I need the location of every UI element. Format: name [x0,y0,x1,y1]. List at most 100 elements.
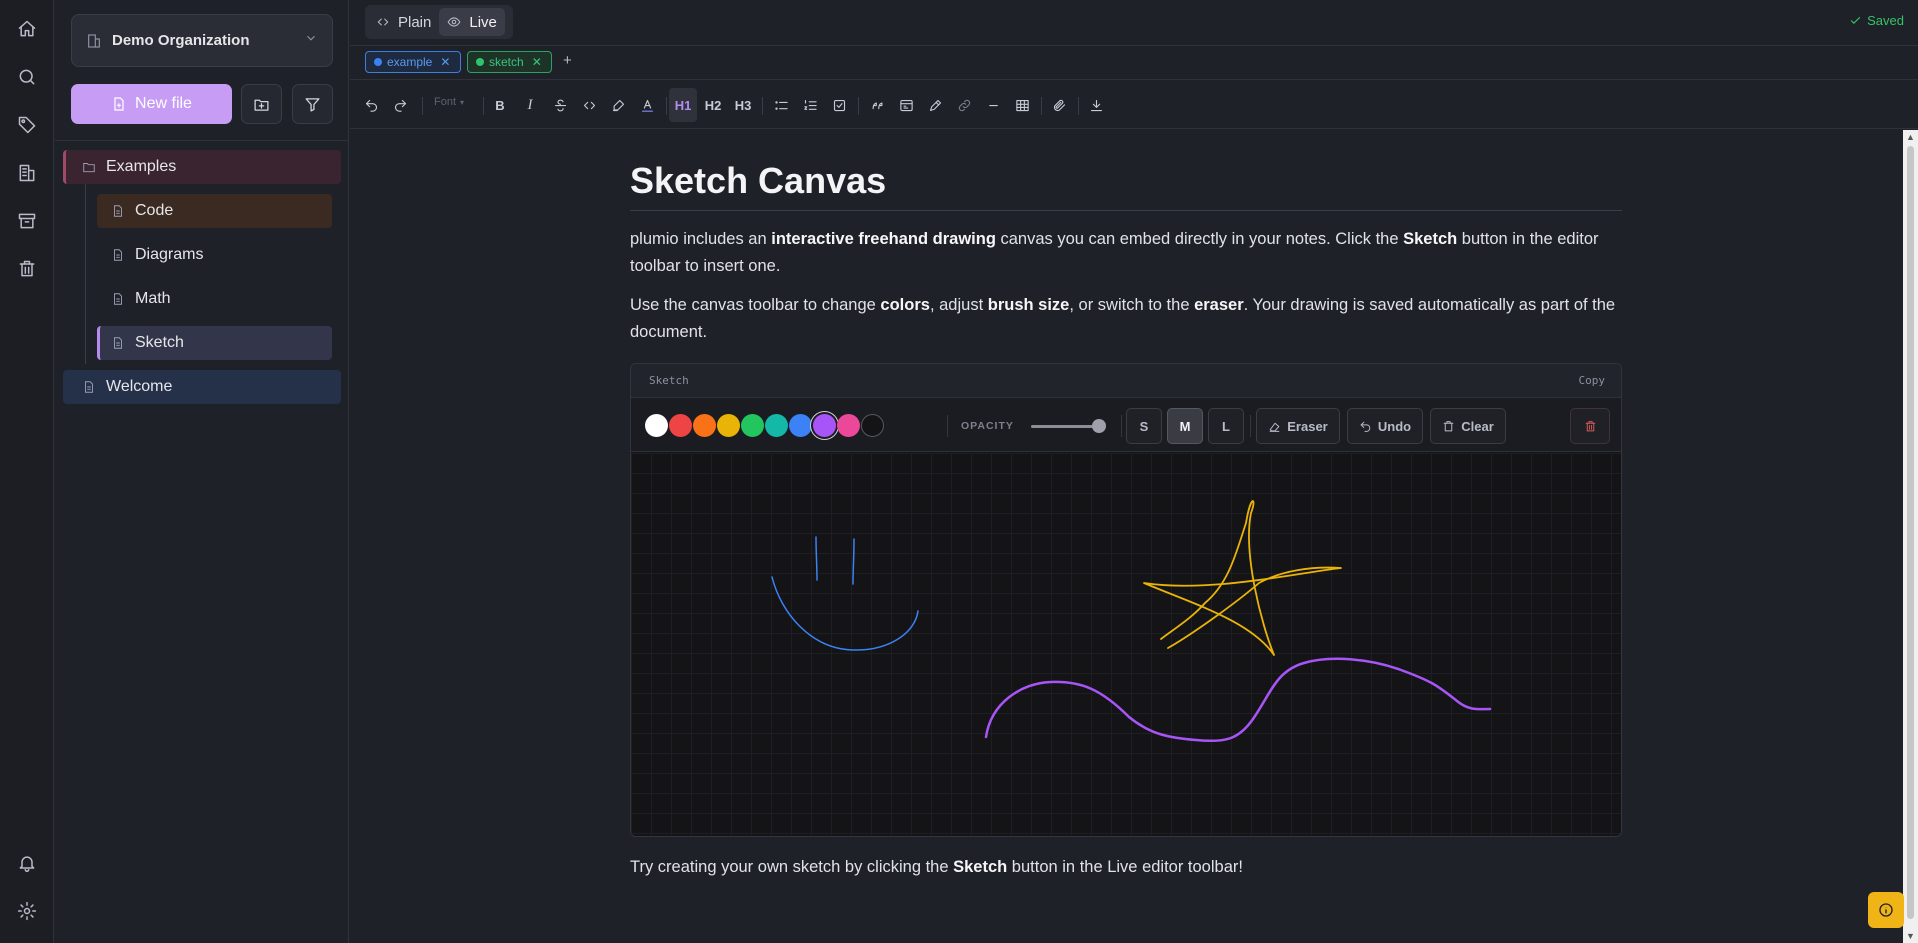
color-swatch-red[interactable] [669,414,692,437]
code-block-button[interactable] [892,88,920,122]
file-welcome[interactable]: Welcome [63,370,341,404]
copy-button[interactable]: Copy [1579,374,1606,387]
paragraph[interactable]: Use the canvas toolbar to change colors,… [630,292,1622,346]
redo-button[interactable] [386,88,414,122]
brush-size-small-button[interactable]: S [1126,408,1162,444]
bullet-list-button[interactable] [767,88,795,122]
bell-icon[interactable] [15,851,39,875]
delete-sketch-button[interactable] [1570,408,1610,444]
save-status: Saved [1849,13,1904,28]
color-swatch-black[interactable] [861,414,884,437]
heading-2-button[interactable]: H2 [699,88,727,122]
heading-3-button[interactable]: H3 [729,88,757,122]
opacity-label: OPACITY [961,420,1014,432]
horizontal-rule-button[interactable] [979,88,1007,122]
scroll-up-arrow-icon[interactable]: ▲ [1906,132,1915,142]
archive-icon[interactable] [15,209,39,233]
file-code[interactable]: Code [97,194,332,228]
file-label: Sketch [135,334,184,351]
heading-1-button[interactable]: H1 [669,88,697,122]
tag-icon[interactable] [15,113,39,137]
building-icon[interactable] [15,161,39,185]
attachment-button[interactable] [1045,88,1073,122]
add-tag-button[interactable]: + [563,52,572,69]
task-list-button[interactable] [825,88,853,122]
info-button[interactable] [1868,892,1904,928]
numbered-list-button[interactable] [796,88,824,122]
table-button[interactable] [1008,88,1036,122]
paragraph[interactable]: plumio includes an interactive freehand … [630,226,1622,280]
eraser-button[interactable]: Eraser [1256,408,1340,444]
color-swatch-purple[interactable] [813,414,836,437]
paragraph[interactable]: Try creating your own sketch by clicking… [630,854,1622,881]
clear-button[interactable]: Clear [1430,408,1506,444]
chevron-down-icon: ▾ [460,97,465,107]
color-swatch-yellow[interactable] [717,414,740,437]
link-button[interactable] [950,88,978,122]
scrollbar-thumb[interactable] [1907,146,1914,919]
highlight-button[interactable] [604,88,632,122]
file-diagrams[interactable]: Diagrams [97,238,332,272]
file-icon [85,381,93,393]
new-file-button[interactable]: New file [71,84,232,124]
color-swatch-white[interactable] [645,414,668,437]
file-math[interactable]: Math [97,282,332,316]
tag-chip[interactable]: example ✕ [365,51,461,73]
divider [55,140,349,141]
text-color-button[interactable] [633,88,661,122]
organization-selector[interactable]: Demo Organization [71,14,333,67]
editor-area: Sketch Canvas plumio includes an interac… [350,130,1903,943]
new-folder-button[interactable] [241,84,282,124]
scroll-down-arrow-icon[interactable]: ▼ [1906,931,1915,941]
home-icon[interactable] [15,17,39,41]
document-title[interactable]: Sketch Canvas [630,160,886,202]
color-swatch-green[interactable] [741,414,764,437]
mode-live-label: Live [469,13,497,31]
numbered-list-icon [803,99,817,110]
trash-icon[interactable] [15,257,39,281]
chevron-down-icon [304,31,318,50]
bold-text: colors [880,296,930,314]
editor-scrollbar[interactable]: ▲ ▼ [1903,130,1918,943]
tag-bar: example ✕ sketch ✕ + [350,46,1918,80]
opacity-slider-track[interactable] [1031,425,1101,428]
clear-label: Clear [1461,418,1494,434]
close-icon[interactable]: ✕ [532,55,542,69]
code-block-icon [899,99,913,111]
sketch-undo-button[interactable]: Undo [1347,408,1423,444]
face-stroke-eye-right [852,538,855,585]
sketch-button[interactable] [921,88,949,122]
italic-button[interactable]: I [516,88,544,122]
color-swatch-blue[interactable] [789,414,812,437]
brush-size-large-button[interactable]: L [1208,408,1244,444]
color-swatch-pink[interactable] [837,414,860,437]
color-swatch-teal[interactable] [765,414,788,437]
toolbar-separator [762,97,763,115]
undo-icon [1360,421,1371,432]
font-select[interactable]: Font ▾ [434,96,464,108]
inline-code-button[interactable] [575,88,603,122]
color-swatch-orange[interactable] [693,414,716,437]
mode-plain-button[interactable]: Plain [368,8,439,36]
file-sketch[interactable]: Sketch [97,326,332,360]
redo-icon [394,99,406,112]
close-icon[interactable]: ✕ [440,55,450,69]
new-file-label: New file [135,95,192,112]
strikethrough-button[interactable] [546,88,574,122]
brush-size-medium-button[interactable]: M [1167,408,1203,444]
folder-examples[interactable]: Examples [63,150,341,184]
gear-icon[interactable] [15,899,39,923]
bold-text: Sketch [953,858,1008,876]
wave-stroke [984,657,1492,743]
download-button[interactable] [1082,88,1110,122]
opacity-slider-thumb[interactable] [1092,419,1106,433]
search-icon[interactable] [15,65,39,89]
undo-button[interactable] [357,88,385,122]
blockquote-button[interactable] [863,88,891,122]
bold-button[interactable]: B [486,88,514,122]
filter-button[interactable] [292,84,333,124]
mode-live-button[interactable]: Live [439,8,505,36]
sketch-canvas[interactable] [631,453,1621,836]
text-run: plumio includes an [630,230,772,248]
tag-chip[interactable]: sketch ✕ [467,51,552,73]
